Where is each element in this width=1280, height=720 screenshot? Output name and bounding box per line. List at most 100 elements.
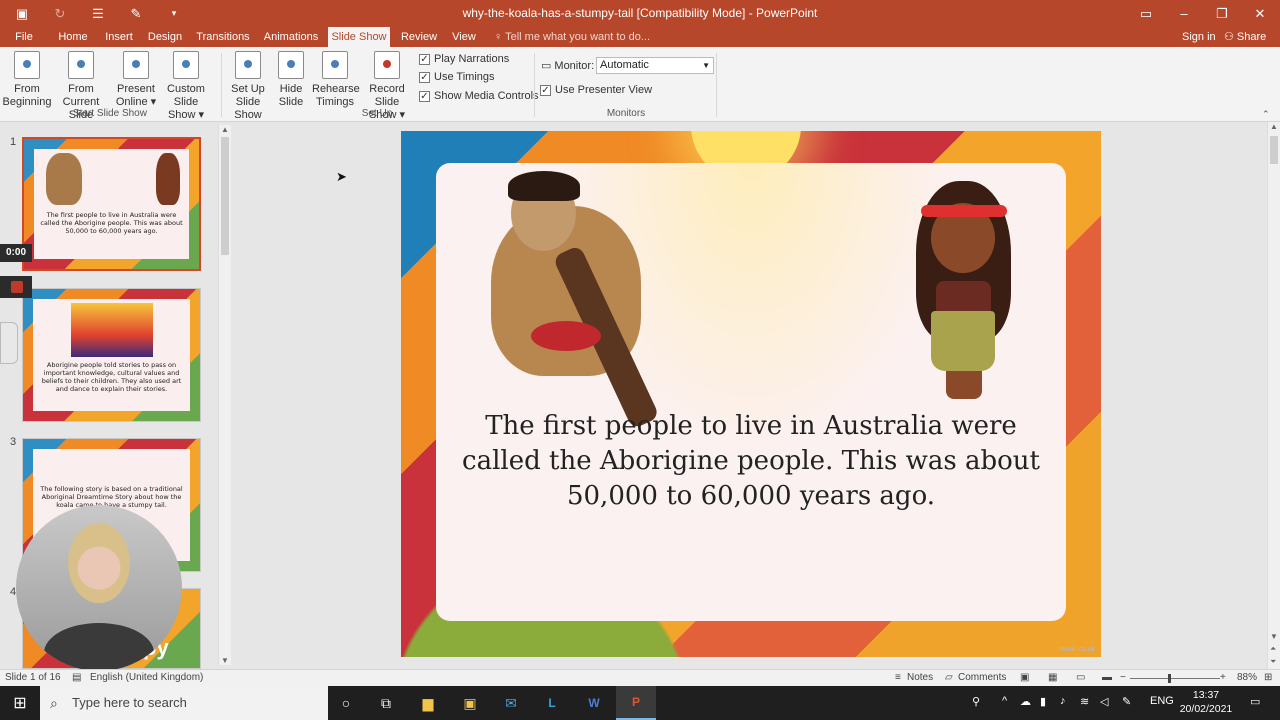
man-loincloth-image (531, 321, 601, 351)
wifi-icon[interactable]: ≋ (1080, 695, 1089, 708)
show-media-controls-checkbox[interactable]: ✓ Show Media Controls (419, 90, 539, 102)
checkbox-label: Play Narrations (434, 53, 510, 65)
input-language[interactable]: ENG (1150, 695, 1174, 707)
use-presenter-view-checkbox[interactable]: ✓ Use Presenter View (540, 84, 652, 96)
scrollbar-thumb[interactable] (1270, 136, 1278, 164)
tab-transitions[interactable]: Transitions (193, 27, 253, 47)
globe-icon (123, 51, 149, 79)
document-title: why-the-koala-has-a-stumpy-tail [Compati… (462, 6, 818, 20)
microphone-icon[interactable]: ♪ (1060, 695, 1066, 707)
notifications-icon[interactable]: ▭ (1250, 695, 1260, 708)
woman-legs-image (946, 371, 982, 399)
button-label: From (14, 83, 40, 95)
monitor-value: Automatic (600, 59, 649, 71)
present-online-button[interactable]: Present Online ▾ (114, 49, 158, 109)
previous-slide-icon[interactable]: ⏶ (1270, 644, 1276, 654)
custom-show-icon (173, 51, 199, 79)
scroll-down-icon[interactable]: ▼ (221, 656, 229, 665)
windows-start-icon[interactable]: ⊞ (0, 686, 40, 720)
battery-icon[interactable]: ▮ (1040, 695, 1046, 708)
tab-slide-show[interactable]: Slide Show (328, 27, 390, 47)
rehearse-timings-button[interactable]: Rehearse Timings (312, 49, 360, 109)
volume-icon[interactable]: ◁ (1100, 695, 1108, 708)
normal-view-icon[interactable]: ▣ (1020, 672, 1029, 683)
monitor-icon: ▭ (541, 60, 552, 72)
slide-sorter-icon[interactable]: ▦ (1048, 672, 1057, 683)
cortana-icon[interactable]: ○ (326, 686, 366, 720)
share-button[interactable]: ⚇ Share (1224, 27, 1266, 47)
taskbar-clock[interactable]: 13:37 20/02/2021 (1176, 688, 1236, 716)
language-indicator[interactable]: English (United Kingdom) (90, 672, 203, 683)
slide-thumbnail-1[interactable]: The first people to live in Australia we… (22, 137, 201, 271)
thumbnail-scrollbar[interactable]: ▲ ▼ (218, 125, 231, 665)
tab-view[interactable]: View (448, 27, 480, 47)
tab-review[interactable]: Review (398, 27, 440, 47)
word-icon[interactable]: W (574, 686, 614, 720)
comments-button[interactable]: Comments (958, 672, 1006, 683)
slide-show-view-icon[interactable]: ▬ (1102, 672, 1112, 683)
zoom-in-icon[interactable]: + (1220, 672, 1226, 683)
zoom-slider[interactable] (1130, 674, 1220, 683)
people-icon[interactable]: ⚲ (972, 695, 980, 708)
maximize-button[interactable]: ❐ (1203, 0, 1241, 27)
minimize-button[interactable]: – (1165, 0, 1203, 27)
pen-workspace-icon[interactable]: ✎ (1122, 695, 1131, 708)
from-beginning-button[interactable]: From Beginning (2, 49, 52, 109)
store-icon[interactable]: ▣ (450, 686, 490, 720)
slide-thumbnail-2[interactable]: Aborigine people told stories to pass on… (22, 288, 201, 422)
checkbox-label: Use Timings (434, 71, 495, 83)
tab-design[interactable]: Design (145, 27, 185, 47)
button-label: Rehearse (312, 83, 360, 95)
scroll-down-icon[interactable]: ▼ (1270, 632, 1278, 641)
next-slide-icon[interactable]: ⏷ (1270, 657, 1276, 667)
tell-me-box[interactable]: ♀ Tell me what you want to do... (494, 27, 650, 47)
slide-body-text[interactable]: The first people to live in Australia we… (461, 409, 1041, 514)
man-hair-image (508, 171, 580, 201)
mail-icon[interactable]: ✉ (491, 686, 531, 720)
tab-animations[interactable]: Animations (260, 27, 322, 47)
tell-me-text: Tell me what you want to do... (505, 31, 651, 43)
ribbon-display-icon[interactable]: ▭ (1127, 0, 1165, 27)
ribbon: From Beginning From Current Slide Presen… (0, 47, 1280, 122)
button-label: Present (117, 83, 155, 95)
scroll-up-icon[interactable]: ▲ (1270, 122, 1278, 131)
checkbox-label: Use Presenter View (555, 84, 653, 96)
button-label: Record Slide (369, 83, 405, 108)
powerpoint-icon[interactable]: P (616, 686, 656, 720)
stop-recording-button[interactable] (0, 276, 32, 298)
zoom-slider-knob[interactable] (1168, 674, 1171, 683)
tab-home[interactable]: Home (54, 27, 92, 47)
show-hidden-icons-icon[interactable]: ^ (1002, 695, 1007, 707)
use-timings-checkbox[interactable]: ✓ Use Timings (419, 71, 495, 83)
thumbnail-text: Aborigine people told stories to pass on… (41, 361, 182, 393)
task-view-icon[interactable]: ⧉ (366, 686, 406, 720)
recorder-drag-handle[interactable] (0, 322, 18, 364)
reading-view-icon[interactable]: ▭ (1076, 672, 1085, 683)
scroll-up-icon[interactable]: ▲ (221, 125, 229, 134)
monitor-dropdown[interactable]: Automatic ▼ (596, 57, 714, 74)
file-explorer-icon[interactable]: ▆ (408, 686, 448, 720)
learning-app-icon[interactable]: L (532, 686, 572, 720)
tab-insert[interactable]: Insert (100, 27, 138, 47)
play-from-current-icon (68, 51, 94, 79)
hide-slide-button[interactable]: Hide Slide (274, 49, 308, 109)
slide-counter: Slide 1 of 16 (5, 672, 61, 683)
onedrive-icon[interactable]: ☁ (1020, 695, 1031, 708)
fit-to-window-icon[interactable]: ⊞ (1264, 672, 1272, 683)
clock-date: 20/02/2021 (1179, 703, 1233, 715)
tab-file[interactable]: File (8, 27, 40, 47)
stop-icon (11, 281, 23, 293)
scrollbar-thumb[interactable] (221, 137, 229, 255)
collapse-ribbon-icon[interactable]: ⌃ (1262, 109, 1270, 120)
sign-in-link[interactable]: Sign in (1182, 27, 1216, 47)
play-narrations-checkbox[interactable]: ✓ Play Narrations (419, 53, 509, 65)
notes-button[interactable]: Notes (907, 672, 933, 683)
button-label: Set Up (231, 83, 265, 95)
zoom-out-icon[interactable]: − (1120, 672, 1126, 683)
main-scrollbar[interactable]: ▲ ▼ ⏶ ⏷ (1267, 122, 1280, 669)
close-button[interactable]: ✕ (1241, 0, 1279, 27)
current-slide[interactable]: The first people to live in Australia we… (401, 131, 1101, 657)
spellcheck-icon[interactable]: ▤ (72, 672, 81, 683)
taskbar-search-box[interactable]: ⌕ Type here to search (40, 686, 328, 720)
zoom-level[interactable]: 88% (1237, 672, 1257, 683)
